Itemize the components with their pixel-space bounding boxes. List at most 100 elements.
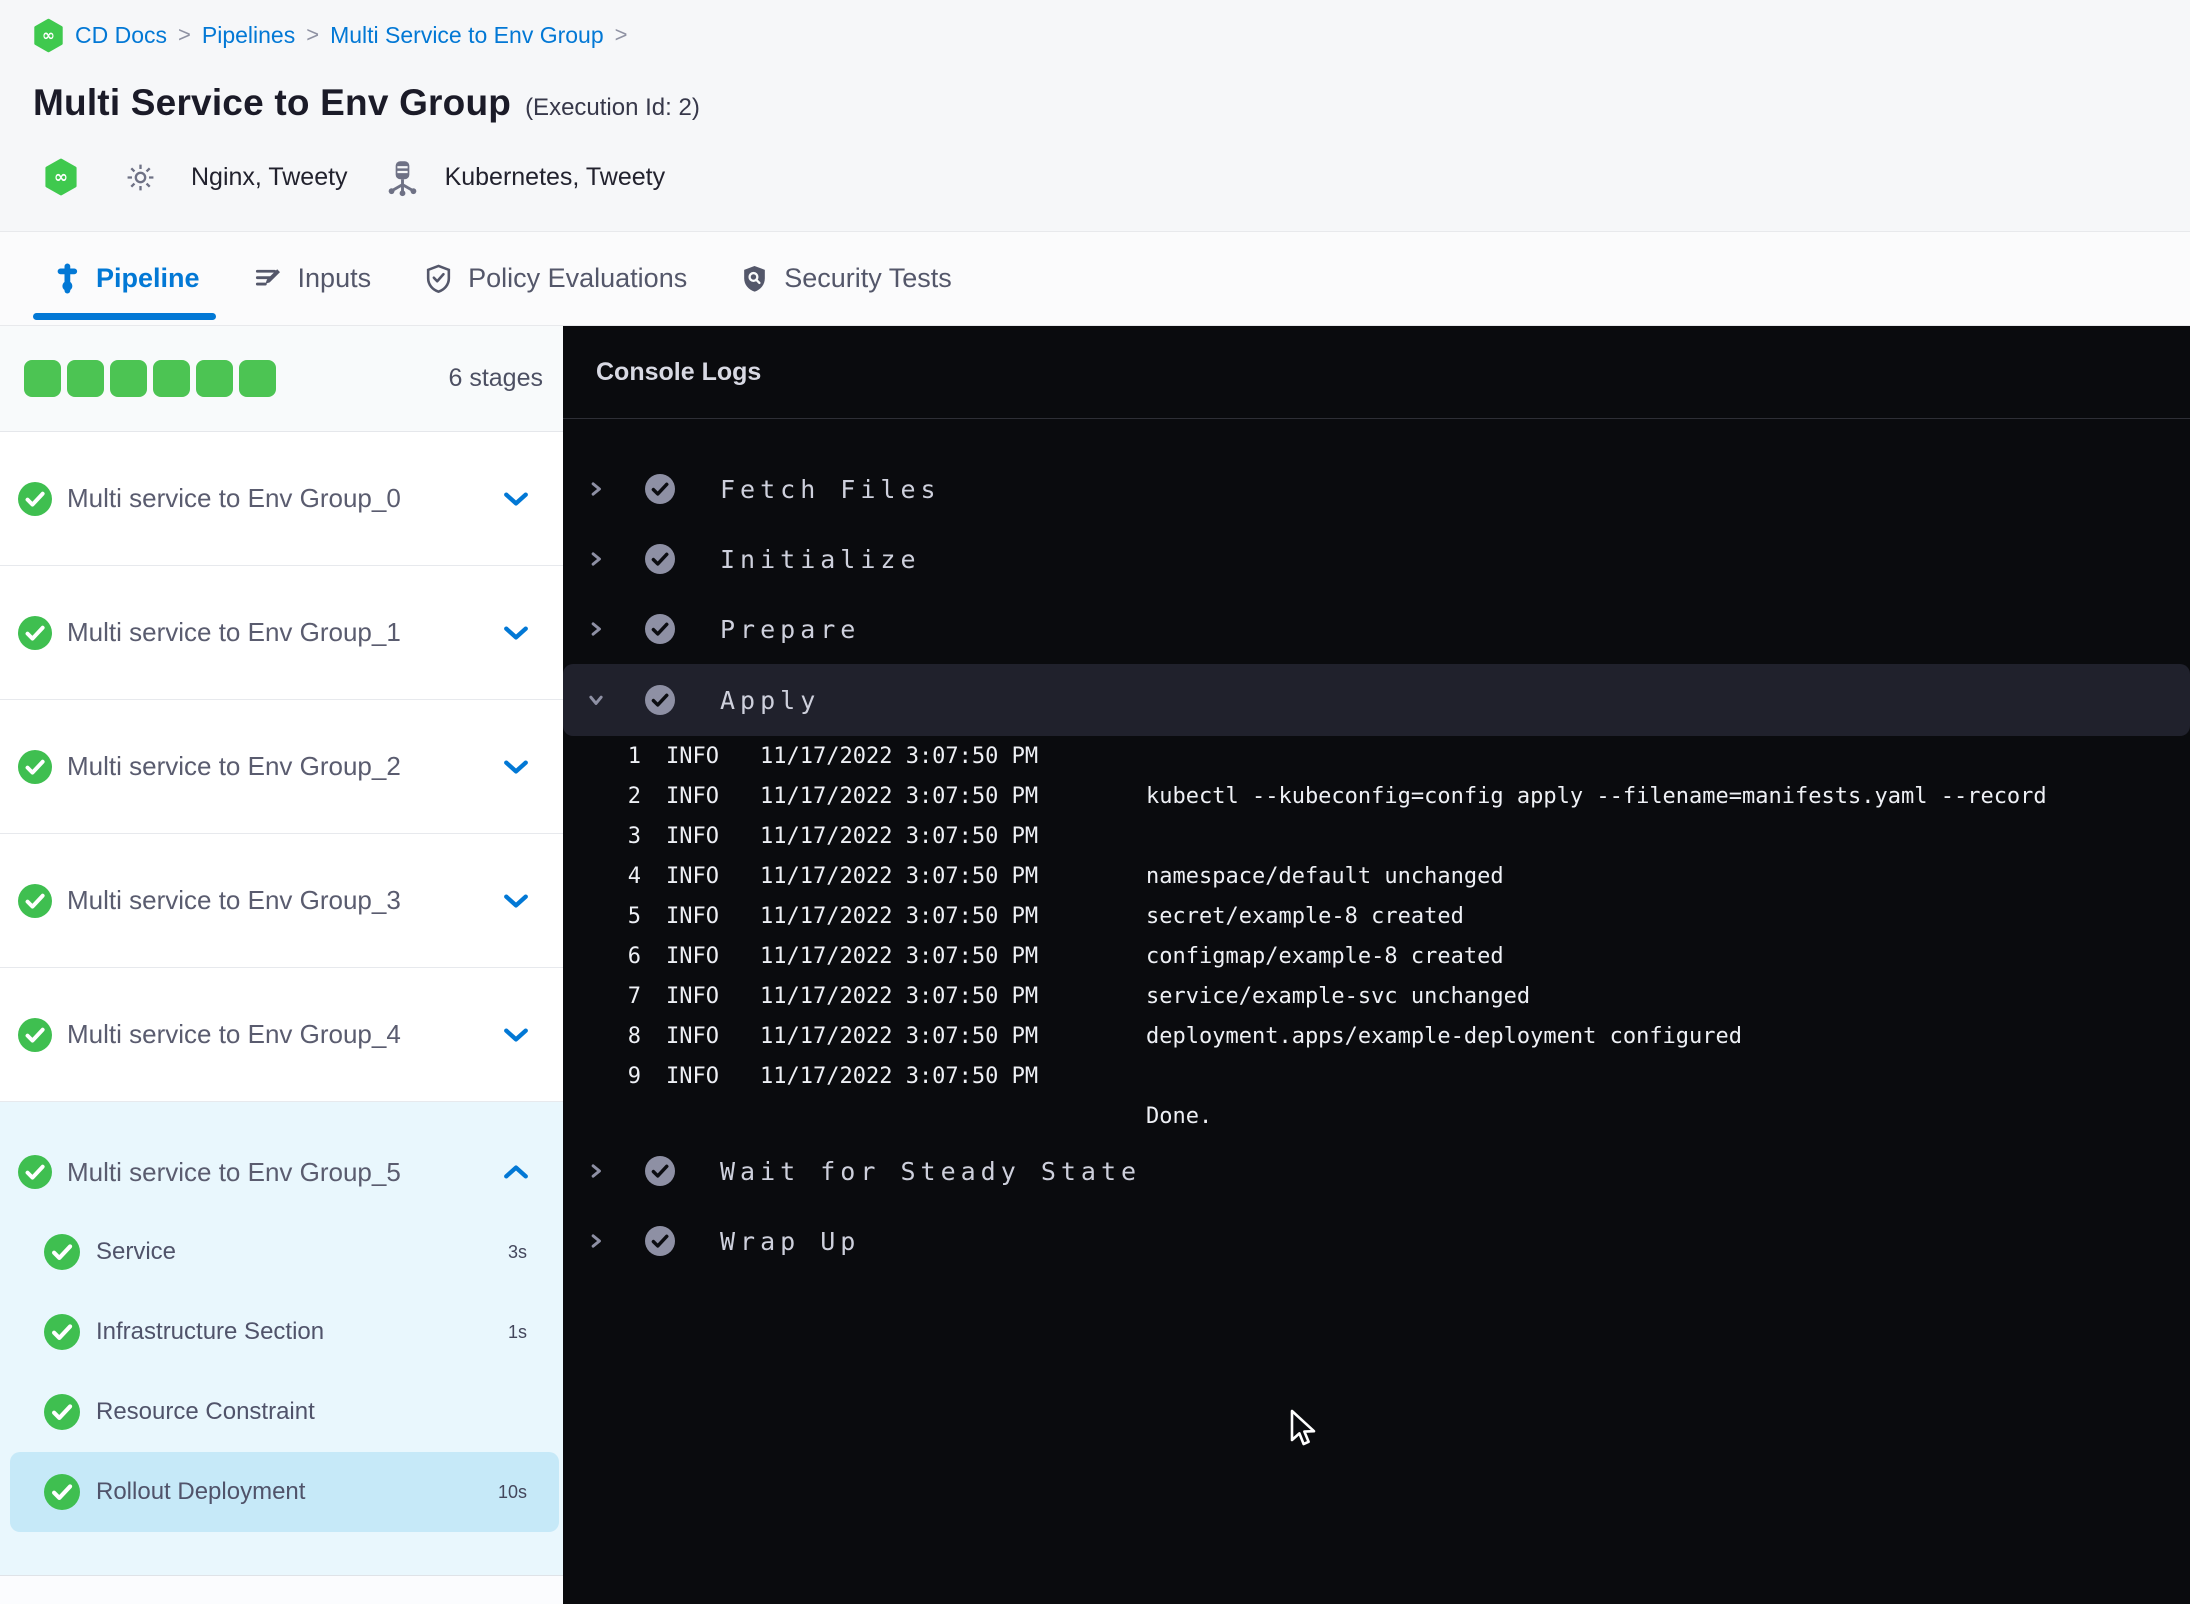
chevron-right-icon[interactable] [588, 1163, 604, 1179]
substep-service[interactable]: Service 3s [0, 1212, 563, 1292]
breadcrumb-link-cd-docs[interactable]: CD Docs [75, 22, 167, 49]
console-step-label: Apply [720, 685, 821, 715]
console-step-label: Wait for Steady State [720, 1156, 1142, 1186]
log-level: INFO [666, 783, 719, 809]
tab-policy-evaluations[interactable]: Policy Evaluations [423, 232, 687, 325]
log-timestamp: 11/17/2022 3:07:50 PM [760, 903, 1039, 929]
stages-sidebar: 6 stages Multi service to Env Group_0 Mu… [0, 326, 563, 1604]
stage-row-2[interactable]: Multi service to Env Group_2 [0, 700, 563, 834]
sidebar-bottom-area [0, 1576, 563, 1604]
chevron-down-icon[interactable] [503, 759, 529, 775]
console-step-fetch-files[interactable]: Fetch Files [563, 454, 2190, 524]
console-title: Console Logs [596, 357, 762, 386]
log-timestamp: 11/17/2022 3:07:50 PM [760, 943, 1039, 969]
success-check-icon [44, 1314, 80, 1350]
substep-duration: 1s [507, 1321, 527, 1342]
success-check-icon [44, 1234, 80, 1270]
log-output: 1 INFO 11/17/2022 3:07:50 PM 2 INFO 11/17/20… [563, 736, 2190, 1136]
step-success-check-icon [645, 685, 675, 715]
success-check-icon [44, 1394, 80, 1430]
log-message: namespace/default unchanged [1146, 863, 1504, 889]
stage-label: Multi service to Env Group_0 [67, 483, 401, 513]
breadcrumb-separator: > [178, 22, 191, 47]
success-check-icon [18, 1155, 52, 1189]
console-step-apply[interactable]: Apply [563, 664, 2190, 736]
log-level: INFO [666, 743, 719, 769]
console-step-label: Prepare [720, 614, 861, 644]
log-level: INFO [666, 903, 719, 929]
log-timestamp: 11/17/2022 3:07:50 PM [760, 863, 1039, 889]
log-line-number: 8 [627, 1023, 641, 1049]
log-line: 6 INFO 11/17/2022 3:07:50 PM configmap/exam… [563, 936, 2190, 976]
substep-label: Service [96, 1238, 177, 1265]
log-level: INFO [666, 823, 719, 849]
tab-label: Pipeline [96, 263, 200, 293]
chevron-up-icon[interactable] [503, 1164, 529, 1180]
log-line-number: 1 [627, 743, 641, 769]
log-level: INFO [666, 863, 719, 889]
stage-row-5[interactable]: Multi service to Env Group_5 [0, 1132, 563, 1212]
chevron-down-icon[interactable] [588, 692, 604, 708]
console-step-label: Initialize [720, 544, 921, 574]
pipeline-icon [52, 262, 82, 295]
log-level: INFO [666, 1023, 719, 1049]
tab-label: Security Tests [784, 263, 952, 293]
log-level: INFO [666, 1063, 719, 1089]
stage-progress-square [110, 360, 147, 397]
stage-row-3[interactable]: Multi service to Env Group_3 [0, 834, 563, 968]
console-step-label: Fetch Files [720, 474, 941, 504]
stages-summary: 6 stages [0, 326, 563, 432]
log-line: 4 INFO 11/17/2022 3:07:50 PM namespace/defa… [563, 856, 2190, 896]
app-window: ∞ CD Docs > Pipelines > Multi Service to… [0, 0, 2190, 1604]
chevron-right-icon[interactable] [588, 1233, 604, 1249]
console-step-prepare[interactable]: Prepare [563, 594, 2190, 664]
environments-label: Kubernetes, Tweety [444, 162, 666, 191]
tab-security-tests[interactable]: Security Tests [739, 232, 952, 325]
chevron-right-icon[interactable] [588, 621, 604, 637]
chevron-right-icon[interactable] [588, 551, 604, 567]
breadcrumb-separator: > [306, 22, 320, 47]
stage-row-1[interactable]: Multi service to Env Group_1 [0, 566, 563, 700]
console-step-wait-for-steady-state[interactable]: Wait for Steady State [563, 1136, 2190, 1206]
svg-text:∞: ∞ [42, 26, 55, 44]
mouse-cursor [1289, 1409, 1323, 1449]
log-line-number: 2 [627, 783, 641, 809]
stage-row-0[interactable]: Multi service to Env Group_0 [0, 432, 563, 566]
console-step-initialize[interactable]: Initialize [563, 524, 2190, 594]
stage-row-4[interactable]: Multi service to Env Group_4 [0, 968, 563, 1102]
stage-progress-square [67, 360, 104, 397]
chevron-down-icon[interactable] [503, 1027, 529, 1043]
breadcrumb-link-pipeline-name[interactable]: Multi Service to Env Group [330, 22, 604, 49]
breadcrumb-link-pipelines[interactable]: Pipelines [202, 22, 295, 49]
substep-infrastructure-section[interactable]: Infrastructure Section 1s [0, 1292, 563, 1372]
stage-label: Multi service to Env Group_2 [67, 751, 401, 781]
substep-label: Infrastructure Section [96, 1318, 325, 1345]
chevron-down-icon[interactable] [503, 893, 529, 909]
environments-icon [382, 157, 423, 198]
policy-shield-check-icon [423, 262, 454, 295]
stage-count-label: 6 stages [448, 364, 543, 392]
chevron-down-icon[interactable] [503, 625, 529, 641]
step-success-check-icon [645, 1156, 675, 1186]
tab-bar: Pipeline Inputs Policy Evaluations Secur… [0, 232, 2190, 326]
log-line-number: 4 [627, 863, 641, 889]
gear-icon [124, 161, 157, 194]
substep-resource-constraint[interactable]: Resource Constraint [0, 1372, 563, 1452]
log-message: deployment.apps/example-deployment confi… [1146, 1023, 1743, 1049]
log-line: 7 INFO 11/17/2022 3:07:50 PM service/exampl… [563, 976, 2190, 1016]
stage-progress-square [153, 360, 190, 397]
log-timestamp: 11/17/2022 3:07:50 PM [760, 823, 1039, 849]
page-header: ∞ CD Docs > Pipelines > Multi Service to… [0, 0, 2190, 232]
chevron-down-icon[interactable] [503, 491, 529, 507]
chevron-right-icon[interactable] [588, 481, 604, 497]
breadcrumb: ∞ CD Docs > Pipelines > Multi Service to… [33, 16, 628, 54]
stage-progress-square [24, 360, 61, 397]
security-shield-icon [739, 262, 770, 295]
success-check-icon [18, 883, 52, 918]
step-success-check-icon [645, 474, 675, 504]
tab-inputs[interactable]: Inputs [252, 232, 371, 325]
console-step-wrap-up[interactable]: Wrap Up [563, 1206, 2190, 1276]
stage-label: Multi service to Env Group_5 [67, 1156, 401, 1187]
tab-pipeline[interactable]: Pipeline [33, 232, 216, 325]
substep-rollout-deployment[interactable]: Rollout Deployment 10s [10, 1452, 559, 1532]
